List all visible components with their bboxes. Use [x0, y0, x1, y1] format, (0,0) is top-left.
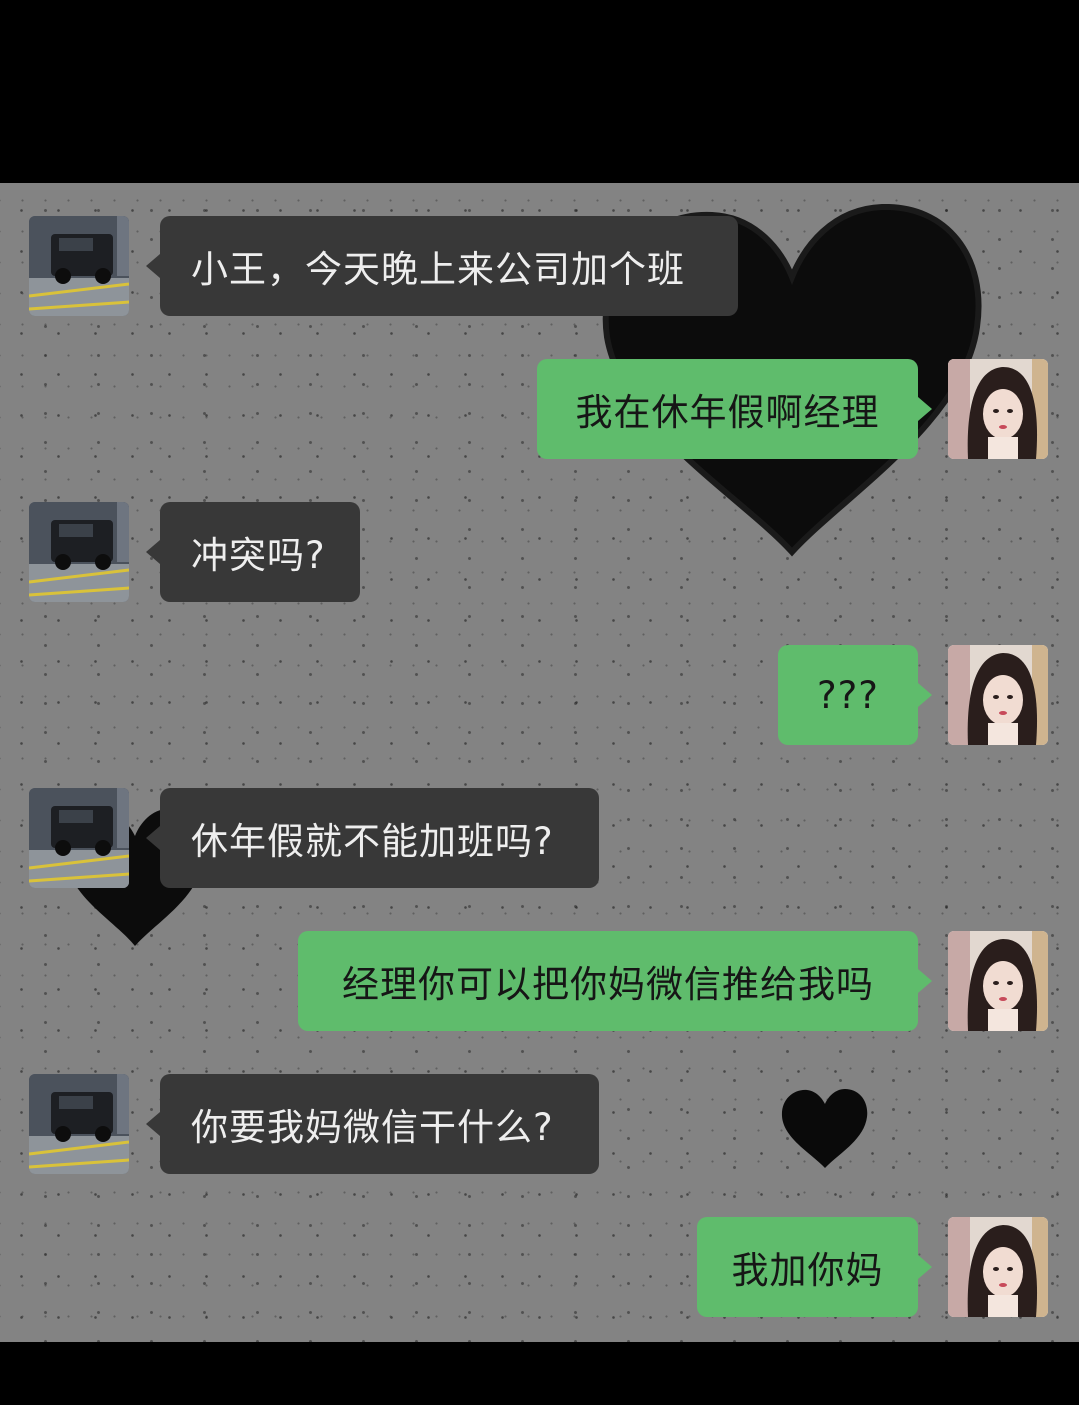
message-bubble-outgoing[interactable]: 经理你可以把你妈微信推给我吗 [298, 931, 932, 1031]
car-photo-icon [29, 1074, 129, 1174]
message-bubble-incoming[interactable]: 小王，今天晚上来公司加个班 [146, 216, 738, 316]
heart-decoration-small [781, 1089, 868, 1168]
message-text: 小王，今天晚上来公司加个班 [191, 248, 685, 291]
chat-area[interactable]: 小王，今天晚上来公司加个班 我在休年假啊经理 冲突吗? ??? 休年假就不能加班… [0, 183, 1079, 1342]
car-photo-icon [29, 502, 129, 602]
message-text: 你要我妈微信干什么? [191, 1106, 554, 1149]
message-bubble-outgoing[interactable]: 我加你妈 [697, 1217, 932, 1317]
message-text: 冲突吗? [191, 534, 326, 577]
message-bubble-outgoing[interactable]: 我在休年假啊经理 [537, 359, 932, 459]
my-avatar[interactable] [948, 359, 1048, 459]
girl-photo-icon [948, 1217, 1048, 1317]
manager-avatar[interactable] [29, 1074, 129, 1174]
my-avatar[interactable] [948, 645, 1048, 745]
message-bubble-incoming[interactable]: 休年假就不能加班吗? [146, 788, 599, 888]
my-avatar[interactable] [948, 1217, 1048, 1317]
message-bubble-incoming[interactable]: 你要我妈微信干什么? [146, 1074, 599, 1174]
screen: 小王，今天晚上来公司加个班 我在休年假啊经理 冲突吗? ??? 休年假就不能加班… [0, 0, 1079, 1405]
car-photo-icon [29, 216, 129, 316]
bottom-black-bar [0, 1342, 1079, 1405]
message-text: 我在休年假啊经理 [575, 391, 880, 434]
manager-avatar[interactable] [29, 788, 129, 888]
girl-photo-icon [948, 359, 1048, 459]
message-text: 经理你可以把你妈微信推给我吗 [342, 963, 874, 1006]
top-black-bar [0, 0, 1079, 183]
message-bubble-incoming[interactable]: 冲突吗? [146, 502, 360, 602]
girl-photo-icon [948, 931, 1048, 1031]
girl-photo-icon [948, 645, 1048, 745]
message-text: 我加你妈 [731, 1249, 884, 1292]
car-photo-icon [29, 788, 129, 888]
my-avatar[interactable] [948, 931, 1048, 1031]
manager-avatar[interactable] [29, 502, 129, 602]
message-text: 休年假就不能加班吗? [191, 820, 554, 863]
message-bubble-outgoing[interactable]: ??? [778, 645, 932, 745]
message-text: ??? [817, 673, 879, 717]
manager-avatar[interactable] [29, 216, 129, 316]
